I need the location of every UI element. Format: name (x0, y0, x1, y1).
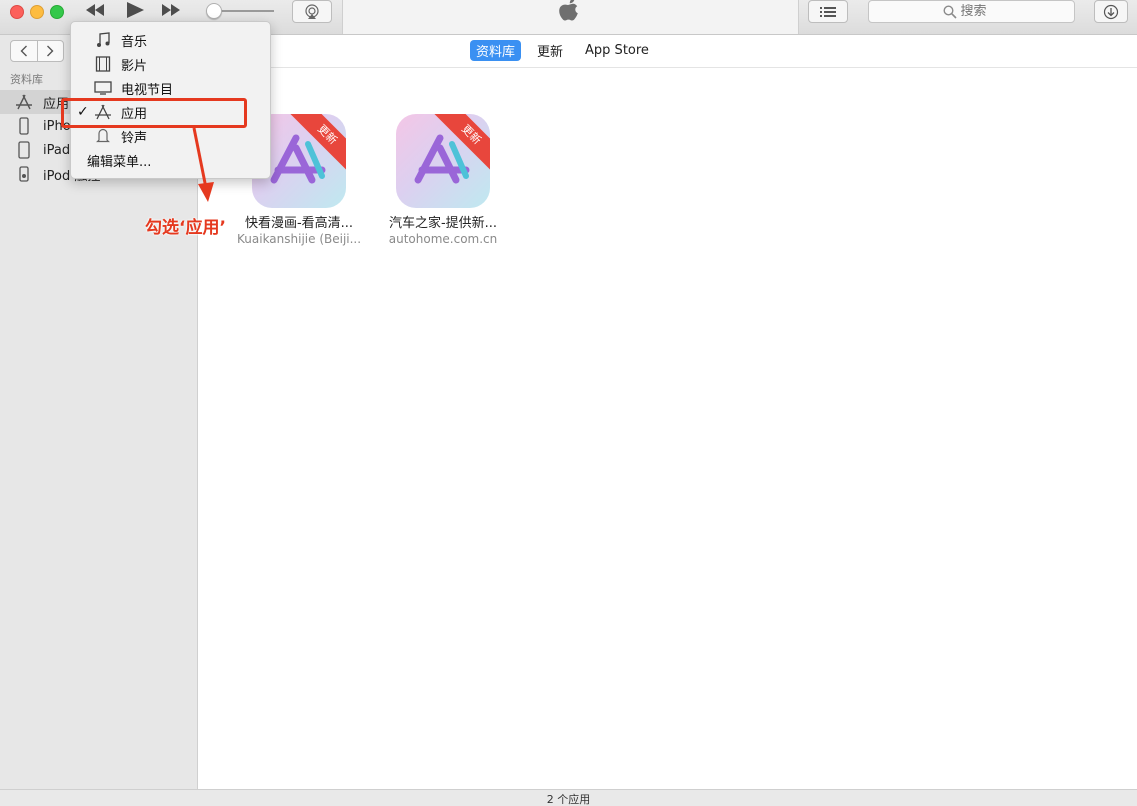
fast-forward-button[interactable] (160, 0, 182, 22)
search-icon (942, 4, 957, 19)
app-developer: Kuaikanshijie (Beiji... (237, 232, 362, 246)
fast-forward-icon (162, 4, 180, 16)
rewind-button[interactable] (84, 0, 106, 22)
downloads-button[interactable] (1094, 0, 1128, 23)
status-bar: 2 个应用 (0, 789, 1137, 806)
tv-icon (93, 81, 113, 95)
ipad-icon (14, 141, 34, 159)
app-name: 快看漫画-看高清... (244, 216, 354, 231)
play-icon (127, 2, 144, 18)
play-button[interactable] (124, 0, 146, 22)
menu-item-movies[interactable]: 影片 (71, 52, 270, 76)
chevron-left-icon (20, 45, 27, 57)
film-icon (93, 56, 113, 72)
rewind-icon (86, 4, 104, 16)
annotation-highlight-box (61, 98, 247, 128)
list-icon (820, 6, 836, 17)
minimize-window-button[interactable] (30, 5, 44, 19)
menu-item-tv-shows[interactable]: 电视节目 (71, 76, 270, 100)
bell-icon (93, 128, 113, 144)
menu-item-label: 影片 (121, 58, 148, 74)
volume-slider-knob[interactable] (206, 3, 222, 19)
tab-updates[interactable]: 更新 (531, 40, 569, 61)
divider (198, 67, 1137, 68)
search-field[interactable] (868, 0, 1075, 23)
view-tabs: 资料库 更新 App Store (470, 40, 655, 61)
app-developer: autohome.com.cn (388, 232, 498, 246)
app-tile[interactable]: 更新 汽车之家-提供新... autohome.com.cn (381, 114, 505, 246)
sidebar-item-label: iPad (43, 142, 71, 158)
annotation-label: 勾选‘应用’ (145, 218, 226, 238)
menu-item-label: 铃声 (121, 130, 148, 146)
app-icon[interactable]: 更新 (396, 114, 490, 208)
sidebar-heading: 资料库 (10, 73, 43, 86)
tab-library[interactable]: 资料库 (470, 40, 522, 61)
iphone-icon (14, 117, 34, 135)
up-next-list-button[interactable] (808, 0, 848, 23)
annotation-arrow-icon (192, 127, 214, 202)
menu-item-label: 编辑菜单... (87, 154, 152, 170)
ipod-icon (14, 166, 34, 182)
app-store-icon (14, 94, 34, 110)
close-window-button[interactable] (10, 5, 24, 19)
app-name: 汽车之家-提供新... (388, 216, 498, 231)
menu-item-edit-menu[interactable]: 编辑菜单... (71, 148, 270, 172)
menu-item-label: 电视节目 (121, 82, 174, 98)
music-note-icon (93, 32, 113, 48)
forward-button[interactable] (38, 41, 64, 61)
chevron-right-icon (47, 45, 54, 57)
tab-app-store[interactable]: App Store (579, 42, 655, 59)
menu-item-label: 音乐 (121, 34, 148, 50)
zoom-window-button[interactable] (50, 5, 64, 19)
apple-logo-icon (557, 0, 581, 29)
airplay-icon (305, 3, 319, 19)
search-input[interactable] (960, 4, 1001, 19)
navigation-buttons (10, 40, 64, 62)
menu-item-music[interactable]: 音乐 (71, 28, 270, 52)
airplay-button[interactable] (292, 0, 332, 23)
back-button[interactable] (11, 41, 38, 61)
status-text: 2 个应用 (546, 793, 591, 806)
download-icon (1103, 4, 1119, 19)
